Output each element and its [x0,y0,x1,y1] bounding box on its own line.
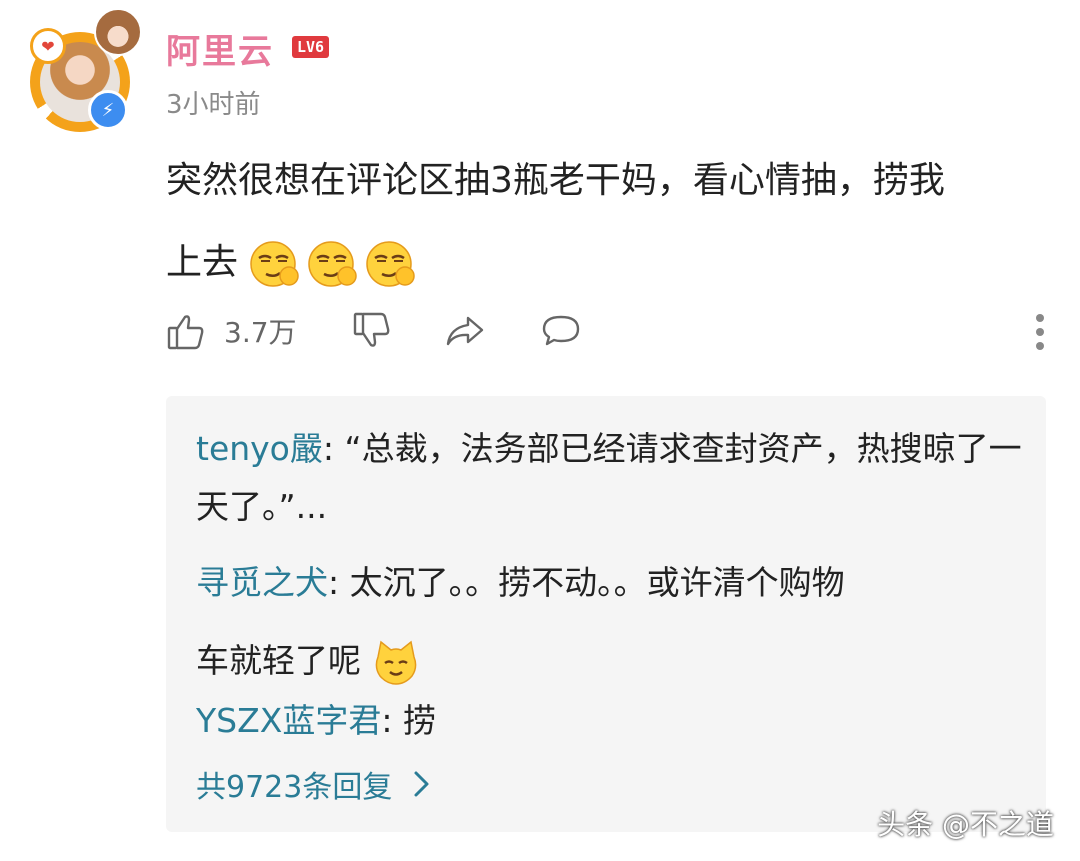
reply-item[interactable]: 寻觅之犬: 太沉了。。捞不动。。或许清个购物 车就轻了呢 [196,544,1026,700]
reply-author[interactable]: YSZX蓝字君 [196,701,381,740]
view-all-replies-link[interactable]: 共9723条回复 [196,762,434,806]
verified-bolt-icon: ⚡ [88,90,128,130]
smug-emoji-icon [308,241,358,287]
reply-separator: : [322,429,345,468]
username[interactable]: 阿里云 [166,24,274,73]
reply-separator: : [381,701,403,740]
reply-separator: : [328,563,350,602]
share-icon [446,316,484,346]
comment-text-line1: 突然很想在评论区抽3瓶老干妈，看心情抽，捞我 [166,160,945,201]
share-button[interactable] [444,310,486,352]
reply-button[interactable] [540,310,582,352]
replies-panel: tenyo嚴: “总裁，法务部已经请求查封资产，热搜晾了一天了。”... 寻觅之… [166,396,1046,832]
avatar[interactable]: ❤ ⚡ [28,8,148,132]
reply-text: 捞 [402,701,436,740]
comment-text: 突然很想在评论区抽3瓶老干妈，看心情抽，捞我 上去 [166,140,1046,304]
reply-text: 太沉了。。捞不动。。或许清个购物 [349,563,845,602]
reply-item[interactable]: tenyo嚴: “总裁，法务部已经请求查封资产，热搜晾了一天了。”... [196,420,1026,536]
comment-actions: 3.7万 [166,310,1046,360]
reply-item[interactable]: YSZX蓝字君: 捞 [196,692,1026,750]
thumbs-down-icon [353,312,390,347]
comment-text-line2-row: 上去 [166,222,1046,304]
comment-icon [542,315,580,346]
dislike-button[interactable] [352,310,394,352]
avatar-decoration [94,8,142,56]
reply-author[interactable]: 寻觅之犬 [196,563,328,602]
like-count: 3.7万 [224,316,297,349]
smug-emoji-icon [366,241,416,287]
smug-emoji-icon [250,241,300,287]
thumbs-up-icon [167,315,204,350]
level-badge: LV6 [292,36,330,58]
reply-text-continued: 车就轻了呢 [196,641,361,680]
heart-icon: ❤ [30,28,66,64]
watermark: 头条 @不之道 [877,808,1054,841]
comment-text-line2: 上去 [166,242,239,283]
more-replies-label: 共9723条回复 [196,770,393,805]
comment-time: 3小时前 [166,90,261,120]
cat-emoji-icon [375,640,416,685]
reply-author[interactable]: tenyo嚴 [196,429,323,468]
chevron-right-icon [414,771,429,797]
more-vertical-icon[interactable] [1034,314,1046,356]
like-button[interactable]: 3.7万 [166,310,297,352]
